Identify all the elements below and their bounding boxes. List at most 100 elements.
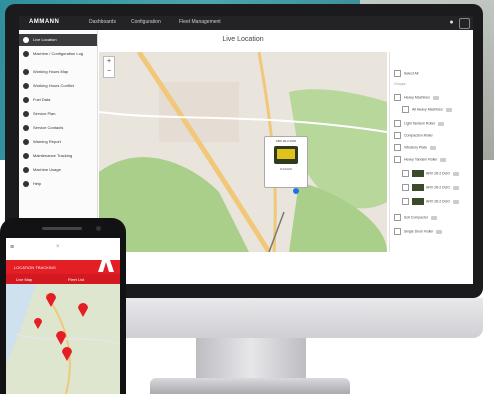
contact-icon: [23, 125, 29, 131]
phone-title: LOCATION TRACKING: [14, 265, 56, 270]
filter-row[interactable]: Single Drum Roller: [394, 228, 443, 235]
monitor-stand-neck: [196, 338, 306, 380]
phone-title-bar: LOCATION TRACKING: [6, 248, 120, 274]
filter-label: Vibratory Plate: [404, 145, 427, 150]
menu-icon[interactable]: ≡: [10, 244, 14, 251]
checkbox-icon[interactable]: [394, 144, 401, 151]
sidebar-item-label: Maintenance Tracking: [33, 153, 73, 158]
filter-label: Compaction Roller: [404, 133, 433, 138]
sidebar-item-label: Fuel Data: [33, 97, 51, 102]
machine-body: [277, 149, 295, 159]
log-icon: [23, 51, 29, 57]
filter-row[interactable]: All Heavy Machines: [402, 106, 452, 113]
zoom-in-button[interactable]: +: [104, 57, 114, 67]
machine-location-marker[interactable]: [293, 188, 299, 194]
sidebar-item-machine-usage[interactable]: Machine Usage: [19, 164, 97, 176]
user-icon[interactable]: [459, 18, 470, 29]
tab-live-map[interactable]: Live Map: [16, 277, 32, 282]
machine-thumb-icon: [412, 184, 424, 191]
filter-label: Light Tandem Roller: [404, 121, 436, 126]
page-title: Live Location: [99, 30, 387, 50]
phone-screen: ≡ × LOCATION TRACKING Live Map Fleet Lis…: [6, 238, 120, 394]
select-all-row[interactable]: Select All: [394, 70, 418, 77]
sidebar-item-help[interactable]: Help: [19, 178, 97, 190]
nav-configuration[interactable]: Configuration: [131, 19, 161, 25]
filter-label: Single Drum Roller: [404, 229, 434, 234]
count-badge: [436, 229, 443, 234]
filter-row[interactable]: Vibratory Plate: [394, 144, 436, 151]
sidebar-item-service-plan[interactable]: Service Plan: [19, 108, 97, 120]
checkbox-icon[interactable]: [394, 70, 401, 77]
bell-icon[interactable]: ●: [447, 18, 456, 27]
phone-tab-bar: Live Map Fleet List: [6, 274, 120, 284]
nav-dashboards[interactable]: Dashboards: [89, 19, 116, 25]
filter-row[interactable]: Heavy Machines: [394, 94, 439, 101]
filter-panel: Select All Groups Heavy Machines All Hea…: [389, 52, 473, 252]
count-badge: [452, 171, 459, 176]
map-urban-area: [159, 82, 239, 142]
count-badge: [445, 107, 452, 112]
sidebar-item-machine-log[interactable]: Machine / Configuration Log: [19, 48, 97, 64]
checkbox-icon[interactable]: [394, 228, 401, 235]
machine-popup[interactable]: ARX 26-2 DUO 0.0 km/h: [264, 136, 308, 188]
mobile-phone: ≡ × LOCATION TRACKING Live Map Fleet Lis…: [0, 218, 126, 394]
sidebar-item-label: Service Contacts: [33, 125, 64, 130]
checkbox-icon[interactable]: [402, 170, 409, 177]
filter-row[interactable]: Heavy Tandem Roller: [394, 156, 447, 163]
count-badge: [438, 121, 445, 126]
sidebar-item-working-hours-conflict[interactable]: Working Hours Conflict: [19, 80, 97, 92]
fuel-icon: [23, 97, 29, 103]
checkbox-icon[interactable]: [394, 120, 401, 127]
sidebar-item-label: Warning Report: [33, 139, 61, 144]
filter-label: Heavy Machines: [404, 95, 430, 100]
checkbox-icon[interactable]: [394, 156, 401, 163]
machine-row[interactable]: ARX 26-2 DUO: [402, 198, 459, 205]
checkbox-icon[interactable]: [394, 132, 401, 139]
monitor-stand-base: [150, 378, 350, 394]
sidebar-item-maintenance-tracking[interactable]: Maintenance Tracking: [19, 150, 97, 162]
phone-map[interactable]: [6, 284, 120, 394]
sidebar-item-fuel-data[interactable]: Fuel Data: [19, 94, 97, 106]
popup-machine-name: ARX 26-2 DUO: [275, 139, 297, 143]
count-badge: [452, 199, 459, 204]
sidebar-item-label: Service Plan: [33, 111, 56, 116]
count-badge: [452, 185, 459, 190]
machine-row[interactable]: ARX 26-2 DUO: [402, 170, 459, 177]
filter-row[interactable]: Compaction Roller: [394, 132, 433, 139]
live-location-map[interactable]: [99, 52, 387, 252]
select-all-label: Select All: [404, 71, 419, 76]
sidebar-item-label: Machine Usage: [33, 167, 61, 172]
warning-icon: [23, 83, 29, 89]
sidebar-item-label: Help: [33, 181, 42, 186]
chart-icon: [23, 167, 29, 173]
checkbox-icon[interactable]: [402, 106, 409, 113]
checkbox-icon[interactable]: [402, 198, 409, 205]
sidebar-item-label: Working Hours Conflict: [33, 83, 74, 88]
groups-label: Groups: [394, 82, 406, 86]
checkbox-icon[interactable]: [402, 184, 409, 191]
sidebar-item-warning-report[interactable]: Warning Report: [19, 136, 97, 148]
sidebar-item-live-location[interactable]: Live Location: [19, 34, 97, 46]
filter-row[interactable]: Light Tandem Roller: [394, 120, 445, 127]
checkbox-icon[interactable]: [394, 214, 401, 221]
checkbox-icon[interactable]: [394, 94, 401, 101]
machine-image-icon: [274, 146, 298, 164]
filter-label: Soil Compactor: [404, 215, 428, 220]
help-icon: [23, 181, 29, 187]
machine-row[interactable]: ARX 26-2 DUO: [402, 184, 459, 191]
zoom-out-button[interactable]: −: [104, 67, 114, 77]
map-zoom-control[interactable]: + −: [103, 56, 115, 78]
close-icon[interactable]: ×: [56, 244, 60, 250]
filter-row[interactable]: Soil Compactor: [394, 214, 437, 221]
sidebar-item-service-contacts[interactable]: Service Contacts: [19, 122, 97, 134]
brand-logo: AMMANN: [29, 19, 60, 25]
sidebar-item-label: Machine / Configuration Log: [33, 51, 84, 56]
tab-fleet-list[interactable]: Fleet List: [68, 277, 84, 282]
sidebar-item-working-hours-map[interactable]: Working Hours Map: [19, 66, 97, 78]
machine-thumb-icon: [412, 170, 424, 177]
clock-icon: [23, 69, 29, 75]
filter-label: All Heavy Machines: [412, 107, 443, 112]
nav-fleet-management[interactable]: Fleet Management: [179, 19, 221, 25]
ammann-logo-icon: [98, 248, 114, 272]
count-badge: [429, 145, 436, 150]
